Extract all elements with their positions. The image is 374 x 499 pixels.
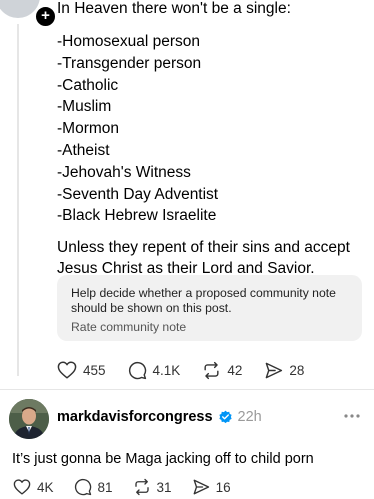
reply-share-count: 16 xyxy=(215,479,231,495)
reply-actions: 4K 81 31 16 xyxy=(13,478,253,496)
divider xyxy=(0,389,374,390)
repost-icon xyxy=(204,361,219,379)
post-closing-text: Unless they repent of their sins and acc… xyxy=(57,239,350,278)
list-item: -Jehovah's Witness xyxy=(57,163,191,181)
post-heading: In Heaven there won't be a single: xyxy=(57,0,291,17)
list-item: -Muslim xyxy=(57,98,112,116)
comment-button[interactable]: 4.1K xyxy=(128,361,181,380)
reply-author-avatar[interactable] xyxy=(9,399,49,439)
repost-icon xyxy=(134,478,149,496)
reply-like-button[interactable]: 4K xyxy=(13,479,54,495)
reply-repost-count: 31 xyxy=(156,479,172,495)
repost-button[interactable]: 42 xyxy=(202,361,242,380)
reply-like-count: 4K xyxy=(37,479,54,495)
reply-comment-button[interactable]: 81 xyxy=(74,478,113,496)
more-options-icon[interactable] xyxy=(343,409,361,423)
share-button[interactable]: 28 xyxy=(264,361,304,380)
avatar-photo xyxy=(9,399,49,439)
reply-repost-button[interactable]: 31 xyxy=(133,478,172,496)
list-item: -Black Hebrew Israelite xyxy=(57,207,217,225)
reply-timestamp: 22h xyxy=(237,409,262,425)
like-count: 455 xyxy=(83,362,106,378)
post-list: -Homosexual person -Transgender person -… xyxy=(57,31,362,227)
list-item: -Seventh Day Adventist xyxy=(57,185,219,203)
share-icon xyxy=(266,362,283,378)
rate-community-note-link[interactable]: Rate community note xyxy=(71,320,348,334)
verified-badge-icon xyxy=(218,410,232,423)
thread-line xyxy=(17,24,19,376)
list-item: -Atheist xyxy=(57,141,110,159)
list-item: -Mormon xyxy=(57,120,120,138)
list-item: -Catholic xyxy=(57,76,119,94)
comment-icon xyxy=(128,361,146,379)
list-item: -Homosexual person xyxy=(57,33,201,50)
post-actions: 455 4.1K 42 28 xyxy=(57,359,326,381)
reply-header: markdavisforcongress 22h xyxy=(57,409,262,425)
heart-icon xyxy=(57,361,77,379)
community-note-text: Help decide whether a proposed community… xyxy=(71,286,336,315)
comment-count: 4.1K xyxy=(152,362,181,378)
reply-comment-count: 81 xyxy=(97,479,113,495)
reply-username[interactable]: markdavisforcongress xyxy=(57,409,213,425)
comment-icon xyxy=(74,478,91,496)
like-button[interactable]: 455 xyxy=(57,361,106,379)
heart-icon xyxy=(13,479,31,495)
community-note-box[interactable]: Help decide whether a proposed community… xyxy=(57,275,362,341)
list-item: -Transgender person xyxy=(57,54,202,72)
follow-plus-icon[interactable]: + xyxy=(34,5,57,28)
reply-text: It’s just gonna be Maga jacking off to c… xyxy=(12,451,314,467)
repost-count: 42 xyxy=(227,362,243,378)
share-count: 28 xyxy=(289,362,305,378)
share-icon xyxy=(193,479,209,495)
reply-share-button[interactable]: 16 xyxy=(192,478,231,496)
post-body: In Heaven there won't be a single: -Homo… xyxy=(57,0,362,279)
